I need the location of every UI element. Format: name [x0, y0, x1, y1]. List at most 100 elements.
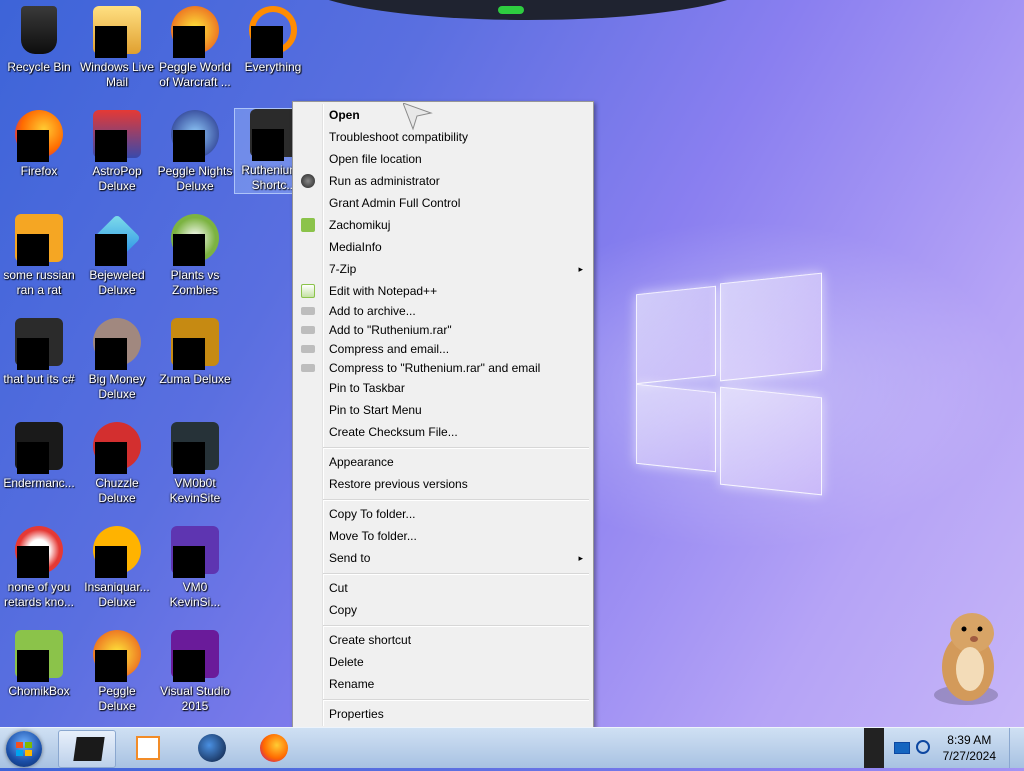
- desktop-icon-label: Endermanc...: [3, 476, 75, 490]
- menu-item-open[interactable]: Open: [295, 105, 591, 125]
- menu-item-create-shortcut[interactable]: Create shortcut: [295, 630, 591, 650]
- desktop-icon-peggle-nights[interactable]: Peggle Nights Deluxe: [156, 110, 234, 194]
- winrar-icon: [301, 364, 315, 372]
- menu-item-label: Compress and email...: [329, 342, 450, 356]
- redaction-box: [95, 338, 127, 370]
- clock-date: 7/27/2024: [942, 749, 996, 763]
- desktop-icon-endermanc[interactable]: Endermanc...: [0, 422, 78, 491]
- menu-separator: [323, 625, 589, 627]
- menu-item-label: Run as administrator: [329, 174, 440, 188]
- menu-item-copy-to-folder[interactable]: Copy To folder...: [295, 504, 591, 524]
- desktop-icon-zuma[interactable]: Zuma Deluxe: [156, 318, 234, 387]
- volume-icon[interactable]: [916, 740, 930, 754]
- menu-item-label: Pin to Start Menu: [329, 403, 422, 417]
- desktop-icon-label: none of you retards kno...: [3, 580, 75, 609]
- desktop-icon-big-money[interactable]: Big Money Deluxe: [78, 318, 156, 402]
- redaction-box: [17, 234, 49, 266]
- menu-item-pin-to-start-menu[interactable]: Pin to Start Menu: [295, 400, 591, 420]
- taskbar-btn-media-player[interactable]: [120, 730, 176, 766]
- menu-item-add-to-ruthenium-rar[interactable]: Add to "Ruthenium.rar": [295, 320, 591, 340]
- menu-item-label: MediaInfo: [329, 240, 382, 254]
- menu-item-label: Troubleshoot compatibility: [329, 130, 468, 144]
- desktop-icon-peggle-wow[interactable]: Peggle World of Warcraft ...: [156, 6, 234, 90]
- desktop-icon-some-russian[interactable]: some russian ran a rat: [0, 214, 78, 298]
- desktop-icon-everything[interactable]: Everything: [234, 6, 312, 75]
- desktop-icon-visual-studio[interactable]: Visual Studio 2015: [156, 630, 234, 714]
- desktop-icon-label: Peggle Deluxe: [98, 684, 136, 713]
- menu-item-7zip[interactable]: 7-Zip ▸: [295, 259, 591, 279]
- menu-item-compress-to-ruthenium-rar-and-email[interactable]: Compress to "Ruthenium.rar" and email: [295, 358, 591, 378]
- network-icon[interactable]: [894, 742, 910, 754]
- menu-item-label: Send to: [329, 551, 371, 565]
- menu-item-open-file-location[interactable]: Open file location: [295, 149, 591, 169]
- menu-item-label: Open file location: [329, 152, 422, 166]
- menu-item-grant-admin-full-control[interactable]: Grant Admin Full Control: [295, 193, 591, 213]
- chomikbox-icon: [301, 218, 315, 232]
- redaction-box: [251, 26, 283, 58]
- menu-item-restore-previous-versions[interactable]: Restore previous versions: [295, 474, 591, 494]
- menu-separator: [323, 447, 589, 449]
- taskbar-btn-globe[interactable]: [184, 730, 240, 766]
- desktop-icon-that-but-its-csharp[interactable]: that but its c#: [0, 318, 78, 387]
- menu-item-troubleshoot-compatibility[interactable]: Troubleshoot compatibility: [295, 127, 591, 147]
- menu-item-label: Open: [329, 108, 360, 122]
- desktop-icon-chomikbox[interactable]: ChomikBox: [0, 630, 78, 699]
- menu-item-copy[interactable]: Copy: [295, 600, 591, 620]
- desktop-icon-chuzzle[interactable]: Chuzzle Deluxe: [78, 422, 156, 506]
- desktop-icon-plants-vs-zombies[interactable]: Plants vs Zombies: [156, 214, 234, 298]
- taskbar-btn-terminal[interactable]: [58, 730, 116, 768]
- desktop-icon-vm0-kevinsite[interactable]: VM0 KevinSi...: [156, 526, 234, 610]
- menu-item-label: Restore previous versions: [329, 477, 468, 491]
- menu-item-label: Grant Admin Full Control: [329, 196, 461, 210]
- show-desktop-button[interactable]: [1009, 728, 1024, 768]
- desktop-icon-astropop[interactable]: AstroPop Deluxe: [78, 110, 156, 194]
- desktop-icon-recycle-bin[interactable]: Recycle Bin: [0, 6, 78, 75]
- start-button[interactable]: [6, 731, 42, 767]
- desktop-icon-label: AstroPop Deluxe: [92, 164, 142, 193]
- menu-item-add-to-archive[interactable]: Add to archive...: [295, 301, 591, 321]
- desktop-icon-peggle-deluxe[interactable]: Peggle Deluxe: [78, 630, 156, 714]
- redaction-box: [17, 650, 49, 682]
- clock-time: 8:39 AM: [947, 733, 992, 747]
- menu-item-rename[interactable]: Rename: [295, 674, 591, 694]
- desktop-icon-windows-live-mail[interactable]: Windows Live Mail: [78, 6, 156, 90]
- menu-item-mediainfo[interactable]: MediaInfo: [295, 237, 591, 257]
- tray-overflow[interactable]: [864, 728, 884, 768]
- menu-item-pin-to-taskbar[interactable]: Pin to Taskbar: [295, 378, 591, 398]
- menu-item-label: Edit with Notepad++: [329, 284, 438, 298]
- redaction-box: [173, 442, 205, 474]
- menu-item-label: Create Checksum File...: [329, 425, 458, 439]
- menu-item-delete[interactable]: Delete: [295, 652, 591, 672]
- menu-item-cut[interactable]: Cut: [295, 578, 591, 598]
- menu-item-edit-with-notepadpp[interactable]: Edit with Notepad++: [295, 281, 591, 301]
- menu-item-run-as-administrator[interactable]: Run as administrator: [295, 171, 591, 191]
- windows-logo-icon: [16, 742, 32, 756]
- menu-item-label: Add to "Ruthenium.rar": [329, 323, 452, 337]
- desktop-icon-label: Big Money Deluxe: [88, 372, 146, 401]
- desktop-icon-vm0b0t[interactable]: VM0b0t KevinSite: [156, 422, 234, 506]
- hamster-desktop-pet[interactable]: [930, 605, 1010, 710]
- menu-separator: [323, 499, 589, 501]
- menu-item-move-to-folder[interactable]: Move To folder...: [295, 526, 591, 546]
- redaction-box: [173, 650, 205, 682]
- desktop-icon-bejeweled[interactable]: Bejeweled Deluxe: [78, 214, 156, 298]
- menu-item-send-to[interactable]: Send to ▸: [295, 548, 591, 568]
- taskbar-clock[interactable]: 8:39 AM 7/27/2024: [943, 732, 996, 764]
- desktop-icon-label: ChomikBox: [8, 684, 70, 698]
- redaction-box: [252, 129, 284, 161]
- menu-item-properties[interactable]: Properties: [295, 704, 591, 724]
- menu-item-zachomikuj[interactable]: Zachomikuj: [295, 215, 591, 235]
- submenu-arrow-icon: ▸: [578, 553, 583, 563]
- winrar-icon: [301, 326, 315, 334]
- desktop-icon-firefox[interactable]: Firefox: [0, 110, 78, 179]
- menu-item-label: Move To folder...: [329, 529, 417, 543]
- desktop-icon-none-of-you[interactable]: none of you retards kno...: [0, 526, 78, 610]
- desktop-icon-label: Plants vs Zombies: [170, 268, 220, 297]
- menu-item-compress-and-email[interactable]: Compress and email...: [295, 339, 591, 359]
- menu-item-appearance[interactable]: Appearance: [295, 452, 591, 472]
- globe-icon: [198, 734, 226, 762]
- desktop-icon-insaniquarium[interactable]: Insaniquar... Deluxe: [78, 526, 156, 610]
- redaction-box: [173, 234, 205, 266]
- taskbar-btn-firefox[interactable]: [246, 730, 302, 766]
- menu-item-create-checksum-file[interactable]: Create Checksum File...: [295, 422, 591, 442]
